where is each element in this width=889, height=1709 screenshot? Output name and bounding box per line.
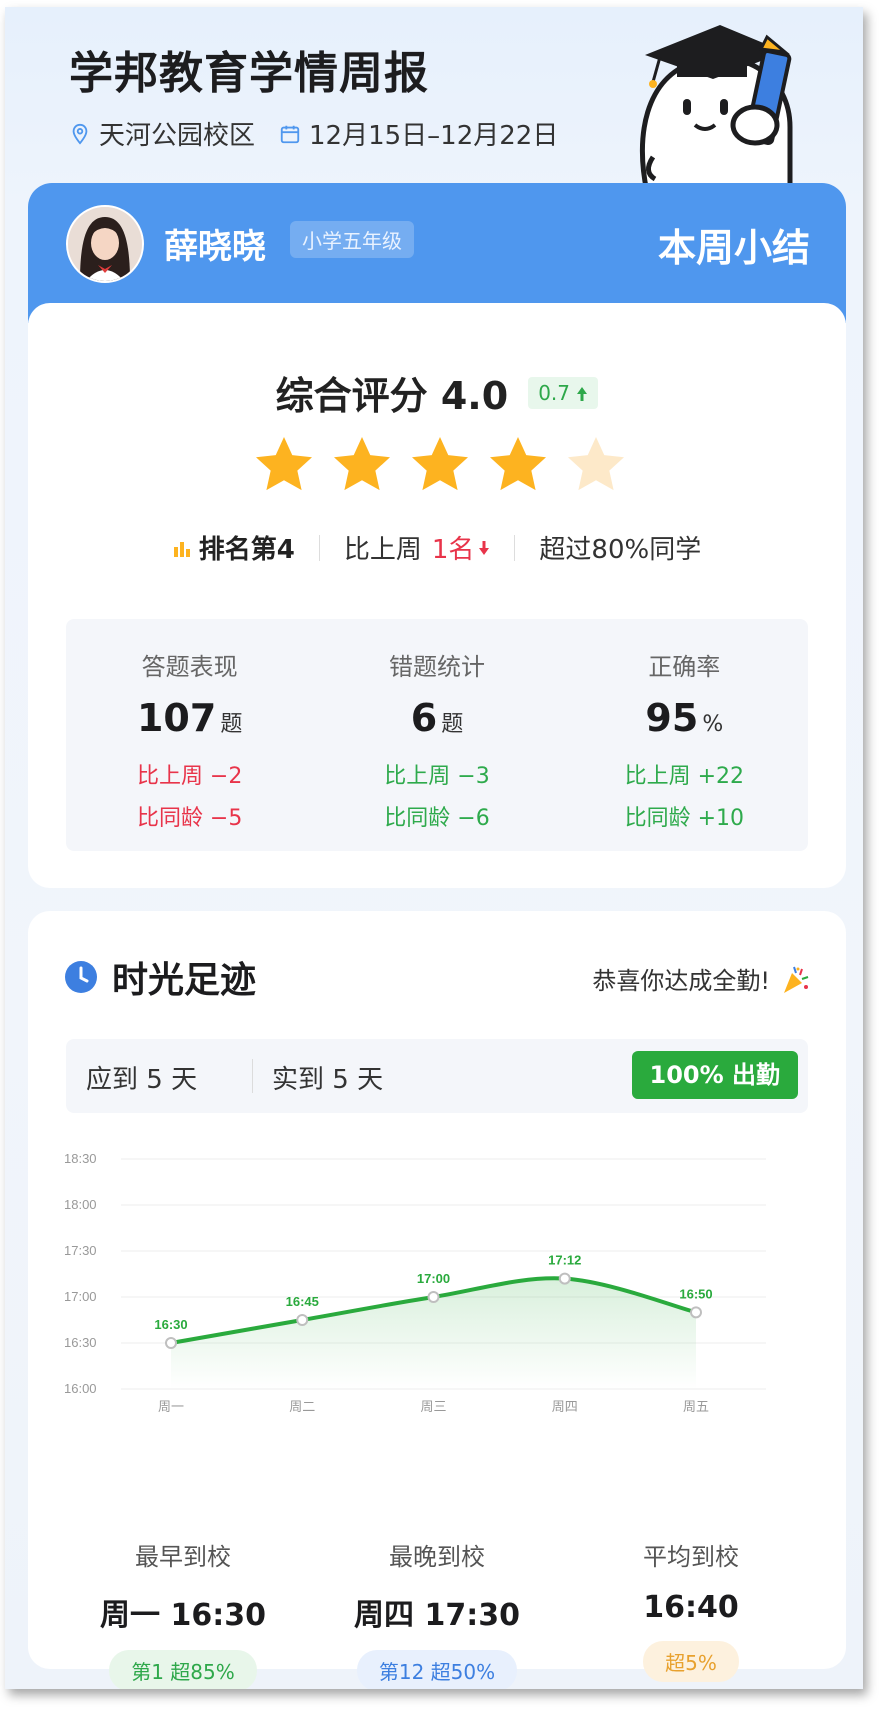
date-range: 12月15日–12月22日 bbox=[309, 121, 559, 151]
summary-label: 最晚到校 bbox=[389, 1543, 485, 1571]
star-icon bbox=[412, 437, 468, 491]
x-tick-label: 周四 bbox=[552, 1400, 578, 1415]
earliest-arrival: 最早到校 周一 16:30 第1 超85% bbox=[56, 1537, 310, 1689]
avatar[interactable] bbox=[66, 205, 144, 283]
data-label: 17:00 bbox=[417, 1271, 450, 1286]
data-label: 16:45 bbox=[286, 1294, 319, 1309]
stat-compare-week: 比上周 −2 bbox=[136, 764, 243, 789]
x-tick-label: 周一 bbox=[158, 1400, 184, 1415]
summary-label: 平均到校 bbox=[643, 1543, 739, 1571]
star-icon bbox=[334, 437, 390, 491]
party-popper-icon bbox=[784, 966, 809, 993]
arrow-up-icon bbox=[577, 386, 588, 401]
campus-label: 天河公园校区 bbox=[99, 121, 256, 151]
score-card: 综合评分 4.0 0.7 排名第4 比上周 1名 超过80%同学 答题表现 10… bbox=[28, 303, 846, 888]
stat-compare-peers: 比同龄 −6 bbox=[384, 806, 490, 831]
location-icon bbox=[72, 123, 88, 145]
stat-answers: 答题表现 107 题 比上周 −2 比同龄 −5 bbox=[66, 619, 313, 851]
clock-icon bbox=[65, 961, 97, 993]
section-title: 时光足迹 bbox=[64, 951, 256, 1003]
score-row: 综合评分 4.0 0.7 bbox=[28, 365, 846, 420]
stat-accuracy: 正确率 95% 比上周 +22 比同龄 +10 bbox=[561, 619, 808, 851]
star-icon bbox=[490, 437, 546, 491]
stat-label: 正确率 bbox=[648, 653, 721, 681]
data-point bbox=[296, 1314, 309, 1326]
score-delta-value: 0.7 bbox=[538, 380, 570, 405]
expected-days: 应到 5 天 bbox=[86, 1065, 198, 1095]
stat-mistakes: 错题统计 6题 比上周 −3 比同龄 −6 bbox=[313, 619, 560, 851]
attendance-rate-button[interactable]: 100% 出勤 bbox=[631, 1051, 798, 1099]
summary-value: 周一 16:30 bbox=[100, 1598, 266, 1633]
x-tick-label: 周二 bbox=[289, 1400, 315, 1415]
congrats-text: 恭喜你达成全勤! bbox=[592, 967, 770, 995]
report-page: 学邦教育学情周报 天河公园校区 12月15日–12月22日 薛晓晓 小学五年级 … bbox=[5, 7, 863, 1689]
mascot-graduate-illustration bbox=[639, 25, 793, 192]
data-point bbox=[427, 1291, 440, 1303]
data-point bbox=[558, 1272, 571, 1285]
stat-value: 95% bbox=[645, 696, 724, 740]
stat-compare-week: 比上周 −3 bbox=[384, 764, 490, 789]
star-icon bbox=[256, 437, 312, 491]
rank-exceed: 超过80%同学 bbox=[539, 535, 702, 565]
summary-badge: 第12 超50% bbox=[356, 1650, 518, 1689]
stat-compare-week: 比上周 +22 bbox=[624, 764, 745, 789]
summary-label: 最早到校 bbox=[135, 1543, 231, 1571]
y-tick-label: 16:30 bbox=[64, 1335, 97, 1350]
stat-compare-peers: 比同龄 +10 bbox=[624, 806, 745, 831]
x-tick-label: 周三 bbox=[420, 1400, 446, 1415]
data-point bbox=[690, 1306, 702, 1319]
rank-text: 排名第4 bbox=[198, 535, 295, 565]
page-title: 学邦教育学情周报 bbox=[69, 48, 429, 99]
stat-label: 错题统计 bbox=[388, 653, 485, 681]
arrival-summary: 最早到校 周一 16:30 第1 超85% 最晚到校 周四 17:30 第12 … bbox=[28, 1537, 846, 1689]
summary-badge: 第1 超85% bbox=[109, 1650, 257, 1689]
bar-rank-icon bbox=[173, 541, 190, 557]
x-tick-label: 周五 bbox=[683, 1400, 709, 1415]
data-label: 16:50 bbox=[679, 1286, 712, 1301]
stat-label: 答题表现 bbox=[141, 653, 238, 681]
report-meta: 天河公园校区 12月15日–12月22日 bbox=[69, 115, 558, 152]
y-tick-label: 17:00 bbox=[64, 1289, 97, 1304]
grade-badge: 小学五年级 bbox=[290, 221, 414, 258]
student-photo bbox=[68, 207, 142, 281]
rank-compare-value: 1名 bbox=[431, 535, 475, 565]
stats-panel: 答题表现 107 题 比上周 −2 比同龄 −5 错题统计 6题 比上周 −3 比… bbox=[66, 619, 808, 851]
y-tick-label: 18:30 bbox=[64, 1151, 97, 1166]
y-tick-label: 18:00 bbox=[64, 1197, 97, 1212]
attendance-congrats: 恭喜你达成全勤! bbox=[592, 961, 812, 996]
section-title-text: 时光足迹 bbox=[112, 960, 257, 1001]
score-delta-badge: 0.7 bbox=[528, 376, 599, 409]
attendance-bar: 应到 5 天 实到 5 天 100% 出勤 bbox=[66, 1039, 808, 1113]
actual-days: 实到 5 天 bbox=[272, 1065, 384, 1095]
stat-compare-peers: 比同龄 −5 bbox=[136, 806, 243, 831]
average-arrival: 平均到校 16:40 超5% bbox=[564, 1537, 818, 1689]
star-icon bbox=[568, 437, 624, 491]
arrow-down-icon bbox=[479, 540, 490, 555]
stat-value: 107 题 bbox=[136, 696, 243, 740]
rank-row: 排名第4 比上周 1名 超过80%同学 bbox=[28, 529, 846, 566]
summary-badge: 超5% bbox=[643, 1641, 739, 1682]
timeline-card: 时光足迹 恭喜你达成全勤! 应到 5 天 实到 5 天 100% 出勤 16:0… bbox=[28, 911, 846, 1689]
student-name: 薛晓晓 bbox=[164, 227, 266, 267]
y-tick-label: 16:00 bbox=[64, 1381, 97, 1396]
summary-title: 本周小结 bbox=[657, 226, 810, 270]
calendar-icon bbox=[280, 125, 300, 143]
data-label: 16:30 bbox=[154, 1317, 187, 1332]
summary-value: 16:40 bbox=[643, 1590, 739, 1625]
latest-arrival: 最晚到校 周四 17:30 第12 超50% bbox=[310, 1537, 564, 1689]
data-label: 17:12 bbox=[548, 1253, 581, 1268]
overall-score: 综合评分 4.0 bbox=[275, 374, 509, 418]
arrival-time-chart: 16:00 16:30 17:00 17:30 18:00 18:30 16:30 周一 16:… bbox=[64, 1151, 766, 1415]
student-header: 薛晓晓 小学五年级 本周小结 bbox=[28, 183, 846, 323]
stat-value: 6题 bbox=[410, 696, 464, 740]
rank-compare-prefix: 比上周 bbox=[343, 535, 422, 565]
data-point bbox=[165, 1337, 177, 1349]
star-rating bbox=[252, 433, 642, 497]
y-tick-label: 17:30 bbox=[64, 1243, 97, 1258]
summary-value: 周四 17:30 bbox=[354, 1598, 520, 1633]
